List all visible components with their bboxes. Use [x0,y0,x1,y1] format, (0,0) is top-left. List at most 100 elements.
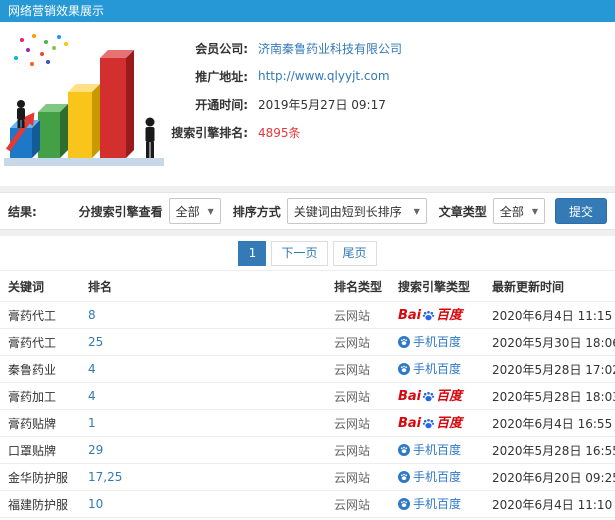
confetti-decoration [14,34,68,66]
mobile-baidu-badge: 手机百度 [398,360,461,377]
mobile-baidu-badge: 手机百度 [398,468,461,485]
rank-cell: 10 [84,497,330,511]
baidu-logo: Bai 百度 [398,390,462,403]
rank-cell: 29 [84,443,330,457]
engine-filter-value: 全部 [175,204,200,219]
mobile-baidu-icon [398,470,410,483]
table-row: 膏药代工 25 云网站 手机百度 2020年5月30日 18:06 [0,329,615,356]
keyword-cell: 膏药代工 [8,335,57,350]
updated-cell: 2020年6月4日 11:10 [492,497,613,512]
rank-link[interactable]: 29 [88,443,103,457]
page-button-1[interactable]: 1 [238,240,267,266]
open-time-value: 2019年5月27日 09:17 [258,97,386,112]
member-info-panel: 会员公司: 济南秦鲁药业科技有限公司 推广地址: http://www.qlyy… [0,22,615,186]
table-row: 口罩贴牌 29 云网站 手机百度 2020年5月28日 16:55 [0,437,615,464]
company-link[interactable]: 济南秦鲁药业科技有限公司 [258,40,402,57]
engine-cell: 手机百度 [394,333,488,351]
rank-link[interactable]: 4 [88,362,96,376]
keyword-cell: 口罩贴牌 [8,443,57,458]
baidu-logo-du: 百度 [436,416,463,430]
mobile-baidu-label: 手机百度 [413,335,462,350]
rank-type-cell: 云网站 [334,308,371,323]
engine-cell: Bai 百度 [394,308,488,322]
open-time-label: 开通时间: [195,97,248,112]
results-panel: 1 下一页 尾页 关键词 排名 排名类型 搜索引擎类型 最新更新时间 膏药代工 … [0,236,615,520]
engine-cell: Bai 百度 [394,389,488,403]
mobile-baidu-icon [398,497,410,510]
rank-cell: 17,25 [84,470,330,484]
chevron-down-icon: ▼ [413,206,420,216]
engine-cell: Bai 百度 [394,416,488,430]
rank-link[interactable]: 17,25 [88,470,122,484]
rank-cell: 4 [84,362,330,376]
col-header-rank: 排名 [88,279,113,294]
keyword-cell: 福建防护服 [8,497,69,512]
baidu-logo-bai: Bai [398,416,422,430]
updated-cell: 2020年6月4日 16:55 [492,416,613,431]
sort-filter-select[interactable]: 关键词由短到长排序 ▼ [286,198,427,224]
engine-cell: 手机百度 [394,360,488,378]
article-type-select[interactable]: 全部 ▼ [492,198,545,224]
col-header-rank-type: 排名类型 [334,279,383,294]
sort-filter-value: 关键词由短到长排序 [293,204,402,219]
baidu-paw-icon [422,418,435,429]
updated-cell: 2020年5月28日 17:02 [492,362,615,377]
baidu-logo-du: 百度 [436,389,463,403]
rank-type-cell: 云网站 [334,362,371,377]
engine-cell: 手机百度 [394,441,488,459]
rank-link[interactable]: 25 [88,335,103,349]
table-row: 秦鲁药业 4 云网站 手机百度 2020年5月28日 17:02 [0,356,615,383]
table-row: 金华防护服 17,25 云网站 手机百度 2020年6月20日 09:25 [0,464,615,491]
rank-type-cell: 云网站 [334,497,371,512]
mobile-baidu-label: 手机百度 [413,443,462,458]
mobile-baidu-badge: 手机百度 [398,441,461,458]
pagination: 1 下一页 尾页 [0,236,615,270]
mobile-baidu-label: 手机百度 [413,362,462,377]
page-title: 网络营销效果展示 [8,4,105,18]
updated-cell: 2020年5月30日 18:06 [492,335,615,350]
rank-link[interactable]: 8 [88,308,96,322]
updated-cell: 2020年6月4日 11:15 [492,308,613,323]
mobile-baidu-badge: 手机百度 [398,333,461,350]
table-row: 福建防护服 10 云网站 手机百度 2020年6月4日 11:10 [0,491,615,518]
company-row: 会员公司: 济南秦鲁药业科技有限公司 [152,34,402,62]
page-title-bar: 网络营销效果展示 [0,0,615,22]
engine-rank-row: 搜索引擎排名: 4895条 [152,118,402,146]
results-section-label: 结果: [8,204,37,219]
keyword-cell: 金华防护服 [8,470,69,485]
rank-type-cell: 云网站 [334,416,371,431]
rank-link[interactable]: 10 [88,497,103,511]
col-header-updated: 最新更新时间 [492,279,565,294]
mobile-baidu-badge: 手机百度 [398,495,461,512]
article-type-label: 文章类型 [438,204,487,219]
rank-type-cell: 云网站 [334,470,371,485]
promo-url-link[interactable]: http://www.qlyyjt.com [258,69,390,83]
rank-cell: 25 [84,335,330,349]
baidu-paw-icon [422,391,435,402]
engine-cell: 手机百度 [394,468,488,486]
mobile-baidu-label: 手机百度 [413,497,462,512]
engine-filter-select[interactable]: 全部 ▼ [168,198,221,224]
updated-cell: 2020年5月28日 18:03 [492,389,615,404]
chevron-down-icon: ▼ [207,206,214,216]
baidu-logo: Bai 百度 [398,309,462,322]
baidu-paw-icon [422,310,435,321]
results-toolbar: 结果: 分搜索引擎查看 全部 ▼ 排序方式 关键词由短到长排序 ▼ 文章类型 全… [0,192,615,230]
mobile-baidu-icon [398,443,410,456]
baidu-logo: Bai 百度 [398,417,462,430]
last-page-button[interactable]: 尾页 [332,240,377,266]
company-label: 会员公司: [195,41,248,56]
baidu-logo-bai: Bai [398,308,422,322]
engine-filter-label: 分搜索引擎查看 [78,204,163,219]
keyword-ranking-table: 关键词 排名 排名类型 搜索引擎类型 最新更新时间 膏药代工 8 云网站 Bai… [0,270,615,520]
keyword-cell: 膏药代工 [8,308,57,323]
open-time-row: 开通时间: 2019年5月27日 09:17 [152,90,402,118]
rank-cell: 1 [84,416,330,430]
table-row: 膏药加工 4 云网站 Bai 百度 2020年5月28日 18:03 [0,383,615,410]
filter-group: 分搜索引擎查看 全部 ▼ 排序方式 关键词由短到长排序 ▼ 文章类型 全部 ▼ … [73,198,607,224]
rank-link[interactable]: 4 [88,389,96,403]
updated-cell: 2020年6月20日 09:25 [492,470,615,485]
next-page-button[interactable]: 下一页 [271,240,328,266]
rank-link[interactable]: 1 [88,416,96,430]
submit-button[interactable]: 提交 [554,198,607,224]
